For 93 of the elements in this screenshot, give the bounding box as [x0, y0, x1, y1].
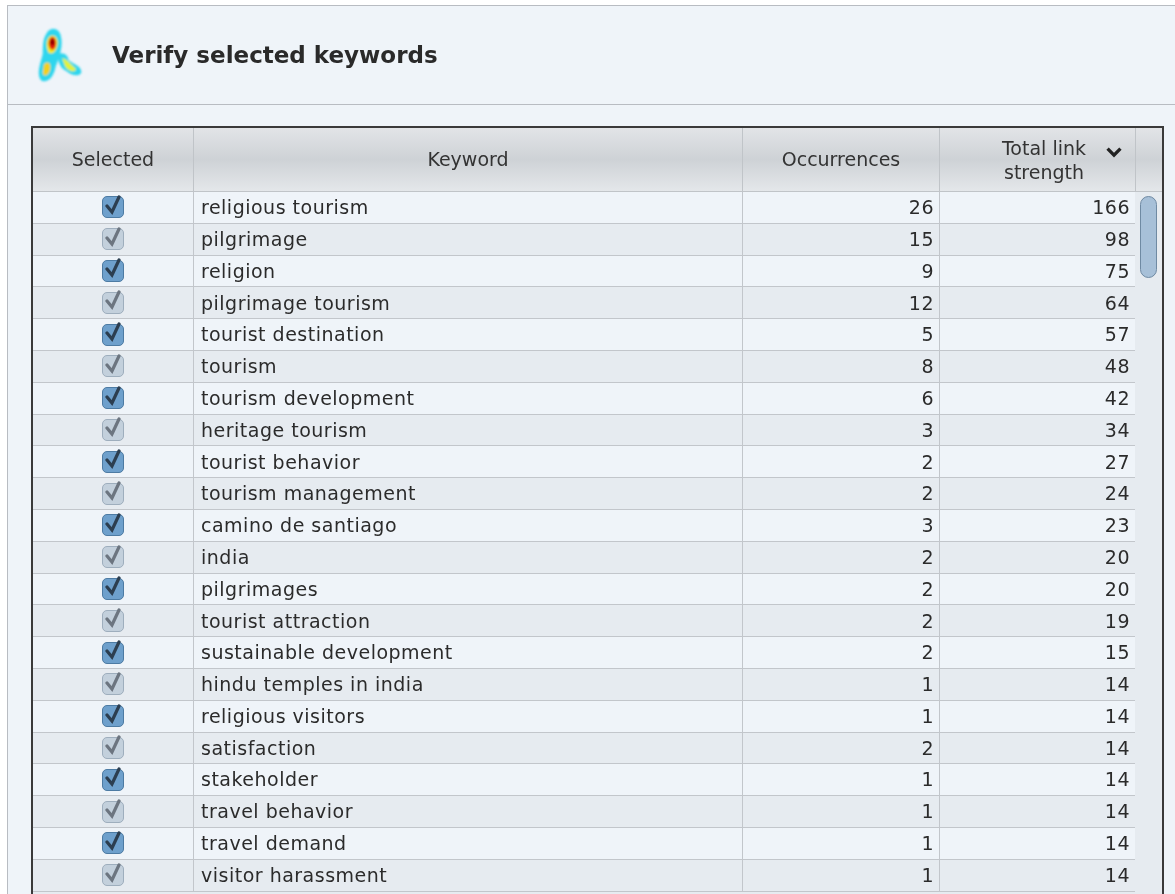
- link-strength-cell: 14: [939, 827, 1135, 859]
- checkbox[interactable]: [102, 864, 124, 887]
- occurrences-cell: 15: [742, 223, 939, 255]
- occurrences-cell: 1: [742, 827, 939, 859]
- checkbox[interactable]: [102, 577, 124, 600]
- scrollbar-thumb[interactable]: [1140, 196, 1157, 278]
- link-strength-cell: 24: [939, 478, 1135, 509]
- keyword-cell: tourist behavior: [193, 446, 742, 478]
- keyword-cell: tourist destination: [193, 319, 742, 350]
- occurrences-cell: 1: [742, 859, 939, 891]
- occurrences-cell: 5: [742, 319, 939, 350]
- link-strength-cell: 14: [939, 732, 1135, 764]
- keyword-cell: satisfaction: [193, 732, 742, 764]
- keyword-cell: tourist attraction: [193, 605, 742, 637]
- link-strength-cell: 166: [939, 192, 1135, 223]
- occurrences-cell: 3: [742, 414, 939, 446]
- occurrences-cell: 1: [742, 700, 939, 732]
- link-strength-cell: 23: [939, 509, 1135, 541]
- checkbox[interactable]: [102, 641, 124, 664]
- checkbox[interactable]: [102, 514, 124, 537]
- occurrences-cell: 1: [742, 668, 939, 700]
- link-strength-cell: 14: [939, 700, 1135, 732]
- link-strength-cell: 27: [939, 446, 1135, 478]
- link-strength-cell: 98: [939, 223, 1135, 255]
- keyword-cell: tourism management: [193, 478, 742, 509]
- link-strength-cell: 42: [939, 382, 1135, 414]
- keyword-cell: tourism development: [193, 382, 742, 414]
- keyword-cell: hindu temples in india: [193, 668, 742, 700]
- link-strength-cell: 64: [939, 287, 1135, 319]
- checkbox[interactable]: [102, 387, 124, 410]
- link-strength-cell: 34: [939, 414, 1135, 446]
- occurrences-cell: 2: [742, 573, 939, 605]
- link-strength-cell: 14: [939, 764, 1135, 796]
- checkbox[interactable]: [102, 196, 124, 219]
- keyword-cell: stakeholder: [193, 764, 742, 796]
- keyword-cell: travel behavior: [193, 796, 742, 827]
- occurrences-cell: 3: [742, 509, 939, 541]
- checkbox[interactable]: [102, 768, 124, 791]
- keyword-cell: pilgrimages: [193, 573, 742, 605]
- keyword-cell: india: [193, 541, 742, 573]
- link-strength-cell: 20: [939, 573, 1135, 605]
- checkbox[interactable]: [102, 800, 124, 823]
- keyword-cell: travel demand: [193, 827, 742, 859]
- occurrences-cell: 2: [742, 732, 939, 764]
- occurrences-cell: 2: [742, 446, 939, 478]
- occurrences-cell: 12: [742, 287, 939, 319]
- link-strength-cell: 19: [939, 605, 1135, 637]
- checkbox[interactable]: [102, 736, 124, 759]
- occurrences-cell: 2: [742, 478, 939, 509]
- occurrences-cell: 2: [742, 637, 939, 668]
- keyword-cell: sustainable development: [193, 637, 742, 668]
- link-strength-cell: 14: [939, 668, 1135, 700]
- checkbox[interactable]: [102, 418, 124, 441]
- checkbox[interactable]: [102, 260, 124, 282]
- link-strength-cell: 14: [939, 796, 1135, 827]
- occurrences-cell: 6: [742, 382, 939, 414]
- occurrences-cell: 1: [742, 796, 939, 827]
- checkbox[interactable]: [102, 450, 124, 473]
- keyword-cell: camino de santiago: [193, 509, 742, 541]
- column-header[interactable]: Keyword: [193, 128, 742, 191]
- occurrences-cell: 2: [742, 541, 939, 573]
- link-strength-cell: 57: [939, 319, 1135, 350]
- checkbox[interactable]: [102, 323, 124, 346]
- checkbox[interactable]: [102, 355, 124, 378]
- occurrences-cell: 26: [742, 192, 939, 223]
- dialog-title: Verify selected keywords: [112, 40, 438, 70]
- column-header[interactable]: Occurrences: [742, 128, 939, 191]
- occurrences-cell: 8: [742, 351, 939, 382]
- link-strength-cell: 14: [939, 859, 1135, 891]
- keyword-cell: religious visitors: [193, 700, 742, 732]
- keyword-cell: pilgrimage tourism: [193, 287, 742, 319]
- keyword-cell: visitor harassment: [193, 859, 742, 891]
- link-strength-cell: 20: [939, 541, 1135, 573]
- occurrences-cell: 9: [742, 255, 939, 287]
- checkbox[interactable]: [102, 673, 124, 696]
- keyword-cell: religious tourism: [193, 192, 742, 223]
- link-strength-cell: 15: [939, 637, 1135, 668]
- keyword-cell: heritage tourism: [193, 414, 742, 446]
- checkbox[interactable]: [102, 228, 124, 251]
- occurrences-cell: 2: [742, 605, 939, 637]
- checkbox[interactable]: [102, 291, 124, 314]
- checkbox[interactable]: [102, 546, 124, 569]
- checkbox[interactable]: [102, 705, 124, 728]
- keyword-cell: religion: [193, 255, 742, 287]
- checkbox[interactable]: [102, 609, 124, 632]
- link-strength-cell: 75: [939, 255, 1135, 287]
- link-strength-cell: 48: [939, 351, 1135, 382]
- keyword-cell: pilgrimage: [193, 223, 742, 255]
- keyword-cell: tourism: [193, 351, 742, 382]
- checkbox[interactable]: [102, 482, 124, 505]
- occurrences-cell: 1: [742, 764, 939, 796]
- column-header[interactable]: Selected: [33, 128, 193, 191]
- checkbox[interactable]: [102, 832, 124, 855]
